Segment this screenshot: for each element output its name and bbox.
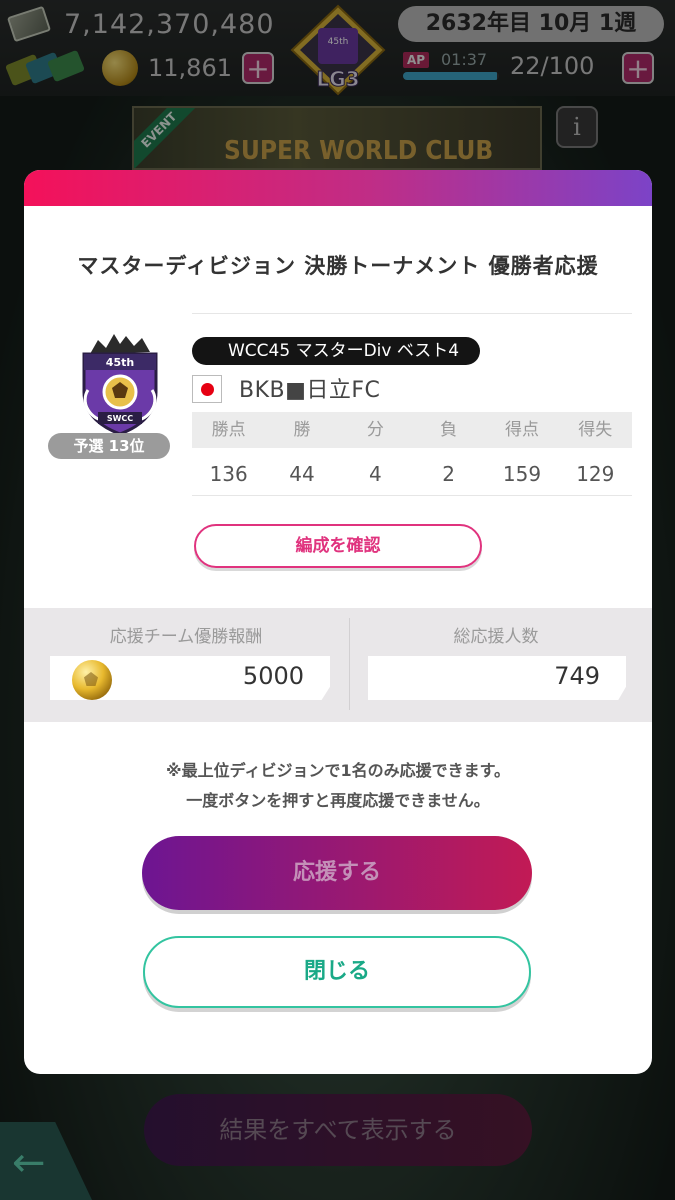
- reward-value: 5000: [242, 662, 304, 690]
- stats-header-losses: 負: [440, 420, 458, 440]
- stats-points: 136: [209, 462, 248, 486]
- stats-goal-diff: 129: [576, 462, 615, 486]
- reward-label: 応援チーム優勝報酬: [109, 627, 263, 647]
- confirm-formation-button[interactable]: 編成を確認: [194, 524, 482, 568]
- stats-goals: 159: [502, 462, 542, 486]
- stats-header-wins: 勝: [293, 420, 311, 440]
- stats-losses: 2: [442, 462, 456, 486]
- reward-panel: 応援チーム優勝報酬 5000 総応援人数 749: [24, 608, 652, 722]
- stats-draws: 4: [368, 462, 382, 486]
- team-emblem-icon: 45th SWCC: [82, 334, 158, 436]
- support-button[interactable]: 応援する: [142, 836, 532, 910]
- notice-line-2: 一度ボタンを押すと再度応援できません。: [186, 791, 490, 810]
- close-button[interactable]: 閉じる: [143, 936, 531, 1008]
- stats-wins: 44: [289, 462, 315, 486]
- team-name: BKB■日立FC: [239, 378, 381, 403]
- support-notice: ※最上位ディビジョンで1名のみ応援できます。 一度ボタンを押すと再度応援できませ…: [24, 756, 652, 816]
- team-title-tag: WCC45 マスターDiv ベスト4: [192, 337, 480, 365]
- support-modal: マスターディビジョン 決勝トーナメント 優勝者応援 45th SWCC 予選 1…: [24, 170, 652, 1074]
- reward-value-box: 5000: [50, 656, 330, 700]
- modal-header-bar: [24, 170, 652, 206]
- stats-header-goals: 得点: [504, 420, 539, 440]
- emblem-text-top: 45th: [106, 356, 134, 369]
- supporters-value: 749: [554, 662, 600, 690]
- stats-value-row: 136 44 4 2 159 129: [192, 448, 632, 496]
- qualifier-rank-badge: 予選 13位: [48, 433, 170, 459]
- gold-ball-coin-icon: [72, 660, 112, 700]
- modal-title: マスターディビジョン 決勝トーナメント 優勝者応援: [77, 254, 599, 278]
- notice-line-1: ※最上位ディビジョンで1名のみ応援できます。: [166, 761, 510, 780]
- supporters-label: 総応援人数: [453, 627, 539, 647]
- stats-header-draws: 分: [366, 420, 384, 440]
- divider: [192, 313, 632, 314]
- stats-header-goal-diff: 得失: [578, 420, 613, 440]
- supporters-value-box: 749: [368, 656, 626, 700]
- stats-header-row: 勝点 勝 分 負 得点 得失: [192, 412, 632, 448]
- stats-header-points: 勝点: [211, 420, 246, 440]
- team-stats-table: 勝点 勝 分 負 得点 得失 136 44 4 2 159 129: [192, 412, 632, 496]
- japan-flag-icon: [192, 375, 222, 403]
- emblem-text-bottom: SWCC: [107, 414, 133, 423]
